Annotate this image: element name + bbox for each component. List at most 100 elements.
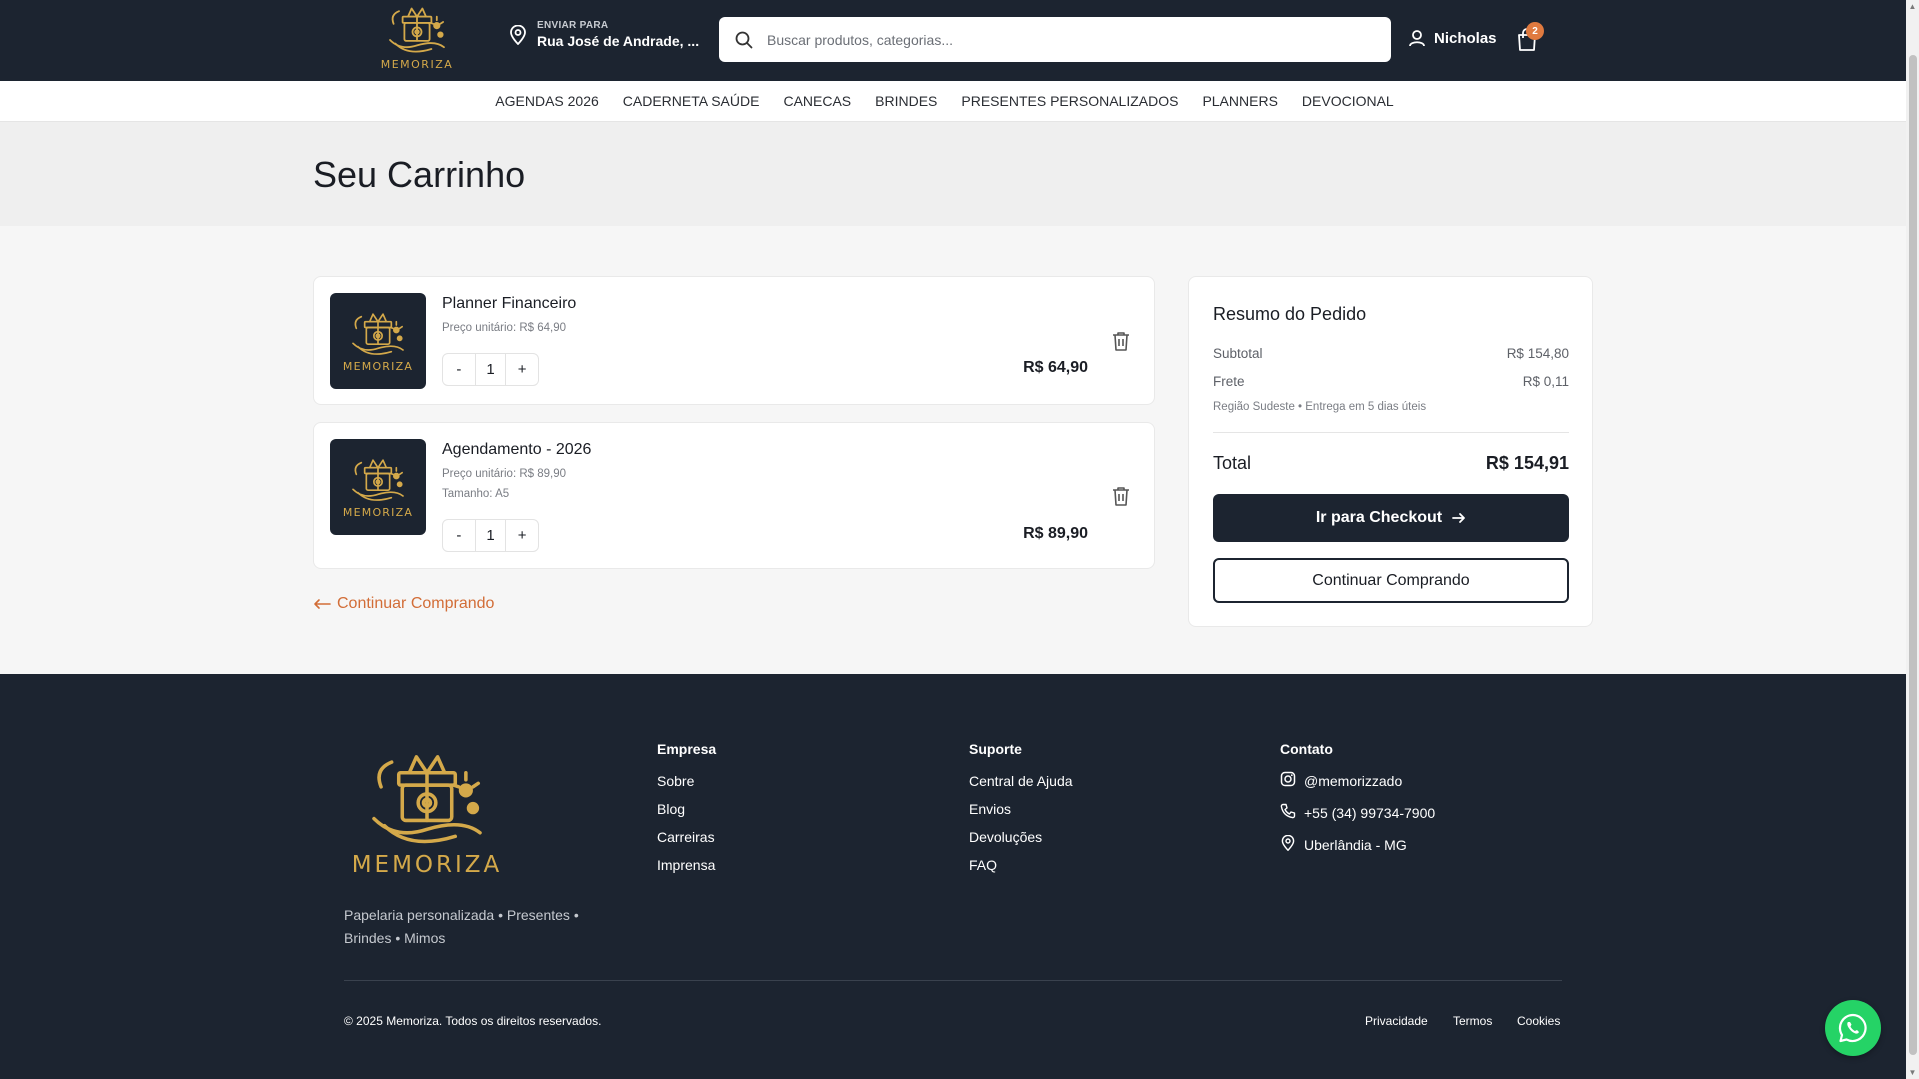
qty-increase-button[interactable]: + [506,354,538,385]
continue-shopping-button[interactable]: Continuar Comprando [1213,558,1569,603]
arrow-left-icon [314,599,331,609]
shipping-value: R$ 0,11 [1522,374,1569,389]
footer-col-title: Empresa [657,741,717,757]
qty-value[interactable]: 1 [474,354,507,385]
logo-emblem-icon [389,7,445,53]
location-pin-icon [1281,835,1295,851]
footer-link-devolucoes[interactable]: Devoluções [969,827,1073,855]
footer-phone[interactable]: +55 (34) 99734-7900 [1280,803,1435,835]
footer-col-empresa: Empresa Sobre Blog Carreiras Imprensa [657,741,716,883]
nav-item-caderneta[interactable]: CADERNETA SAÚDE [623,93,760,109]
product-thumbnail[interactable]: MEMORIZA [330,439,426,535]
shipping-label: Frete [1213,374,1245,389]
footer-logo[interactable]: MEMORIZA [344,748,510,878]
cart-item: MEMORIZA Agendamento - 2026 Preço unitár… [313,422,1155,569]
location-pin-icon [510,24,526,45]
brand-logo[interactable]: MEMORIZA [374,4,460,72]
title-band [0,122,1906,226]
search-bar[interactable] [719,17,1391,62]
line-total: R$ 64,90 [1023,359,1088,376]
qty-decrease-button[interactable]: - [443,354,475,385]
instagram-handle: @memorizzado [1304,773,1403,789]
nav-item-devocional[interactable]: DEVOCIONAL [1302,93,1394,109]
product-variant: Tamanho: A5 [442,488,510,500]
nav-item-agendas[interactable]: AGENDAS 2026 [495,93,599,109]
location-text: Uberlândia - MG [1304,837,1407,853]
total-row: Total R$ 154,91 [1213,453,1569,474]
nav-item-brindes[interactable]: BRINDES [875,93,937,109]
continue-shopping-link[interactable]: Continuar Comprando [313,595,494,613]
thumbnail-wordmark: MEMORIZA [342,505,414,519]
copyright: © 2025 Memoriza. Todos os direitos reser… [344,1014,602,1028]
footer-link-imprensa[interactable]: Imprensa [657,855,716,883]
total-label: Total [1213,453,1252,473]
scrollbar-thumb[interactable] [1909,55,1917,1055]
footer-link-privacidade[interactable]: Privacidade [1365,1014,1428,1028]
qty-decrease-button[interactable]: - [443,520,475,551]
footer-link-termos[interactable]: Termos [1453,1014,1492,1028]
logo-emblem-icon [352,458,404,501]
trash-icon[interactable] [1112,331,1130,351]
user-account-button[interactable]: Nicholas [1408,29,1497,47]
footer-col-contato: Contato @memorizzado +55 (34) 99734-7900… [1280,741,1435,867]
unit-price: Preço unitário: R$ 89,90 [442,468,567,480]
footer-instagram[interactable]: @memorizzado [1280,771,1435,803]
footer-link-faq[interactable]: FAQ [969,855,1073,883]
product-name[interactable]: Agendamento - 2026 [442,441,591,459]
logo-wordmark: MEMORIZA [380,58,454,71]
page-title: Seu Carrinho [313,154,526,195]
nav-item-presentes[interactable]: PRESENTES PERSONALIZADOS [961,93,1178,109]
product-name[interactable]: Planner Financeiro [442,295,576,313]
scroll-up-arrow-icon[interactable]: ▲ [1908,2,1917,11]
site-footer: MEMORIZA Papelaria personalizada • Prese… [0,674,1906,1079]
nav-item-planners[interactable]: PLANNERS [1202,93,1277,109]
scroll-down-arrow-icon[interactable]: ▼ [1908,1068,1917,1077]
category-nav: AGENDAS 2026 CADERNETA SAÚDE CANECAS BRI… [0,81,1906,122]
nav-item-canecas[interactable]: CANECAS [783,93,851,109]
search-input[interactable] [767,31,1347,48]
footer-link-sobre[interactable]: Sobre [657,771,716,799]
top-header: MEMORIZA ENVIAR PARA Rua José de Andrade… [0,0,1906,81]
user-icon [1409,30,1425,47]
ship-label: ENVIAR PARA [537,20,609,31]
instagram-icon [1280,771,1296,787]
footer-link-envios[interactable]: Envios [969,799,1073,827]
subtotal-value: R$ 154,80 [1506,346,1569,361]
cart-item: MEMORIZA Planner Financeiro Preço unitár… [313,276,1155,405]
summary-title: Resumo do Pedido [1213,304,1367,324]
footer-divider [344,980,1562,981]
footer-tagline: Papelaria personalizada • Presentes • Br… [344,907,579,946]
whatsapp-icon [1838,1013,1867,1043]
checkout-label: Ir para Checkout [1315,509,1443,526]
logo-emblem-icon [352,312,404,355]
product-thumbnail[interactable]: MEMORIZA [330,293,426,389]
shipping-note: Região Sudeste • Entrega em 5 dias úteis [1213,401,1427,413]
cart-count-badge: 2 [1526,22,1544,40]
footer-link-cookies[interactable]: Cookies [1517,1014,1560,1028]
footer-link-blog[interactable]: Blog [657,799,716,827]
footer-location: Uberlândia - MG [1280,835,1435,867]
continue-shopping-label: Continuar Comprando [337,595,495,612]
thumbnail-wordmark: MEMORIZA [342,359,414,373]
logo-emblem-icon [372,755,482,844]
ship-to-selector[interactable]: ENVIAR PARA Rua José de Andrade, ... [509,20,699,49]
order-summary: Resumo do Pedido Subtotal R$ 154,80 Fret… [1188,276,1593,627]
arrow-right-icon [1452,513,1466,523]
footer-link-carreiras[interactable]: Carreiras [657,827,716,855]
search-icon [735,31,753,48]
qty-value[interactable]: 1 [474,520,507,551]
footer-link-central[interactable]: Central de Ajuda [969,771,1073,799]
checkout-button[interactable]: Ir para Checkout [1213,494,1569,542]
quantity-stepper: - 1 + [442,353,539,386]
user-name: Nicholas [1434,29,1497,47]
page-scrollbar[interactable]: ▲ ▼ [1906,0,1919,1079]
trash-icon[interactable] [1112,486,1130,506]
unit-price: Preço unitário: R$ 64,90 [442,322,567,334]
footer-wordmark: MEMORIZA [351,852,503,878]
footer-col-title: Contato [1280,741,1333,757]
ship-address: Rua José de Andrade, ... [537,33,700,49]
whatsapp-button[interactable] [1825,1000,1881,1056]
qty-increase-button[interactable]: + [506,520,538,551]
subtotal-label: Subtotal [1213,346,1263,361]
line-total: R$ 89,90 [1023,525,1088,542]
